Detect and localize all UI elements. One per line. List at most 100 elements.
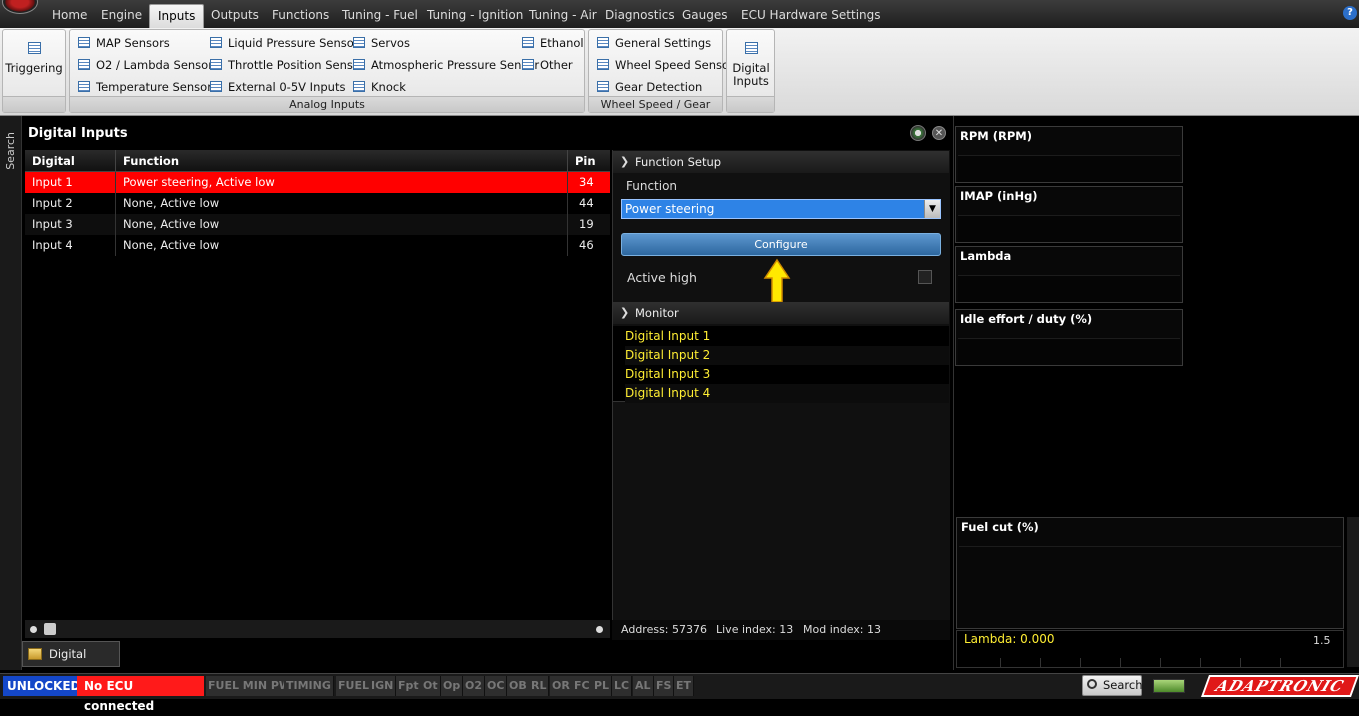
list-icon xyxy=(78,81,90,92)
throttle-position-sensor-button[interactable]: Throttle Position Sensor xyxy=(210,55,365,75)
temperature-sensors-button[interactable]: Temperature Sensors xyxy=(78,77,218,97)
other-button[interactable]: Other xyxy=(522,55,573,75)
tab-ecu-hardware-settings[interactable]: ECU Hardware Settings xyxy=(733,4,889,28)
flag-lc: LC xyxy=(612,676,633,696)
gauge-lambda[interactable]: Lambda xyxy=(955,246,1183,303)
o2-lambda-sensors-button[interactable]: O2 / Lambda Sensors xyxy=(78,55,219,75)
general-settings-button[interactable]: General Settings xyxy=(597,33,711,53)
gauge-title: Lambda xyxy=(960,249,1012,263)
function-select[interactable]: Power steering xyxy=(621,199,941,219)
tab-inputs[interactable]: Inputs xyxy=(149,4,205,28)
search-icon xyxy=(1087,679,1097,689)
table-header: Digital Inputs Function Pin Lo xyxy=(25,150,610,190)
search-sidebar[interactable] xyxy=(0,116,22,670)
lambda-scale-max: 1.5 xyxy=(1313,634,1331,647)
servos-button[interactable]: Servos xyxy=(353,33,410,53)
brand-logo: ADAPTRONIC xyxy=(1200,675,1359,697)
list-icon xyxy=(353,37,365,48)
flag-ign: IGN xyxy=(369,676,397,696)
search-sidebar-label[interactable]: Search xyxy=(4,132,17,170)
list-icon xyxy=(522,59,534,70)
list-icon xyxy=(78,59,90,70)
tab-tuning-air[interactable]: Tuning - Air xyxy=(521,4,605,28)
list-item: Digital Input 4 xyxy=(625,384,949,403)
scroll-right-icon[interactable] xyxy=(596,626,603,633)
knock-button[interactable]: Knock xyxy=(353,77,406,97)
vertical-scrollbar[interactable] xyxy=(1347,517,1359,667)
configure-button[interactable]: Configure xyxy=(621,233,941,256)
column-header-pin[interactable]: Pin Lo xyxy=(568,150,610,190)
chevron-down-icon: ❯ xyxy=(620,155,630,168)
flag-o2: O2 xyxy=(463,676,486,696)
atmospheric-pressure-sensor-button[interactable]: Atmospheric Pressure Sensor xyxy=(353,55,539,75)
scale-tick xyxy=(1160,658,1161,668)
tab-gauges[interactable]: Gauges xyxy=(674,4,736,28)
horizontal-scrollbar[interactable] xyxy=(25,620,610,638)
map-sensors-button[interactable]: MAP Sensors xyxy=(78,33,170,53)
flag-et: ET xyxy=(674,676,695,696)
table-row[interactable]: Input 2 None, Active low 44 xyxy=(25,193,610,214)
ethanol-button[interactable]: Ethanol xyxy=(522,33,584,53)
tab-engine[interactable]: Engine xyxy=(93,4,150,28)
liquid-pressure-sensors-button[interactable]: Liquid Pressure Sensors xyxy=(210,33,365,53)
function-setup-header[interactable]: ❯ Function Setup xyxy=(613,151,949,173)
gauge-fuel-cut[interactable]: Fuel cut (%) xyxy=(956,517,1344,629)
help-icon[interactable]: ? xyxy=(1343,6,1357,20)
tab-outputs[interactable]: Outputs xyxy=(203,4,267,28)
scale-tick xyxy=(1120,658,1121,668)
table-row[interactable]: Input 4 None, Active low 46 xyxy=(25,235,610,256)
flag-fuel: FUEL xyxy=(336,676,372,696)
flag-op: Op xyxy=(441,676,464,696)
monitor-header[interactable]: ❯ Monitor xyxy=(613,302,949,324)
table-row[interactable]: Input 3 None, Active low 19 xyxy=(25,214,610,235)
external-0-5v-inputs-button[interactable]: External 0-5V Inputs xyxy=(210,77,345,97)
tab-functions[interactable]: Functions xyxy=(264,4,337,28)
battery-icon xyxy=(1153,679,1185,693)
tab-home[interactable]: Home xyxy=(44,4,95,28)
column-header-digital-inputs[interactable]: Digital Inputs xyxy=(25,150,116,190)
live-index-value: Live index: 13 xyxy=(716,623,794,636)
list-item: Digital Input 1 xyxy=(625,329,711,343)
tab-diagnostics[interactable]: Diagnostics xyxy=(597,4,683,28)
wheel-speed-sensor-button[interactable]: Wheel Speed Sensor xyxy=(597,55,734,75)
scrollbar-thumb[interactable] xyxy=(44,623,56,635)
close-icon[interactable]: ✕ xyxy=(932,126,946,140)
active-high-checkbox[interactable] xyxy=(918,270,932,284)
folder-icon xyxy=(28,648,42,660)
scale-tick xyxy=(1080,658,1081,668)
gauge-idle-effort[interactable]: Idle effort / duty (%) xyxy=(955,309,1183,366)
list-icon xyxy=(597,81,609,92)
gear-detection-button[interactable]: Gear Detection xyxy=(597,77,702,97)
gauge-title: RPM (RPM) xyxy=(960,129,1032,143)
lambda-readout: Lambda: 0.000 xyxy=(964,632,1055,646)
ribbon: Triggering MAP Sensors O2 / Lambda Senso… xyxy=(0,28,1359,116)
mod-index-value: Mod index: 13 xyxy=(803,623,881,636)
gauge-imap[interactable]: IMAP (inHg) xyxy=(955,186,1183,243)
ribbon-group-label: Analog Inputs xyxy=(70,96,584,112)
list-item: Digital Input 3 xyxy=(625,367,711,381)
app-logo[interactable] xyxy=(2,0,38,14)
triggering-button[interactable]: Triggering xyxy=(5,42,63,75)
list-icon xyxy=(210,37,222,48)
scale-tick xyxy=(1280,658,1281,668)
flag-fc: FC xyxy=(572,676,593,696)
column-header-function[interactable]: Function xyxy=(116,150,568,172)
flag-pl: PL xyxy=(592,676,613,696)
list-icon xyxy=(597,37,609,48)
list-icon xyxy=(597,59,609,70)
cell-function: Power steering, Active low xyxy=(116,172,568,193)
scroll-left-icon[interactable] xyxy=(30,626,37,633)
flag-oc: OC xyxy=(485,676,508,696)
dropdown-arrow-icon[interactable]: ▼ xyxy=(924,200,940,218)
flag-ot: Ot xyxy=(421,676,441,696)
table-row[interactable]: Input 1 Power steering, Active low 34 xyxy=(25,172,610,193)
flag-rl: RL xyxy=(529,676,550,696)
chevron-down-icon: ❯ xyxy=(620,306,630,319)
ribbon-group-wheel-speed: General Settings Wheel Speed Sensor Gear… xyxy=(588,29,734,113)
tab-tuning-fuel[interactable]: Tuning - Fuel xyxy=(334,4,426,28)
gauge-rpm[interactable]: RPM (RPM) xyxy=(955,126,1183,183)
tab-tuning-ignition[interactable]: Tuning - Ignition xyxy=(419,4,531,28)
gauge-icon[interactable] xyxy=(910,125,926,141)
scale-tick xyxy=(1040,658,1041,668)
digital-inputs-button[interactable]: Digital Inputs xyxy=(729,42,773,88)
